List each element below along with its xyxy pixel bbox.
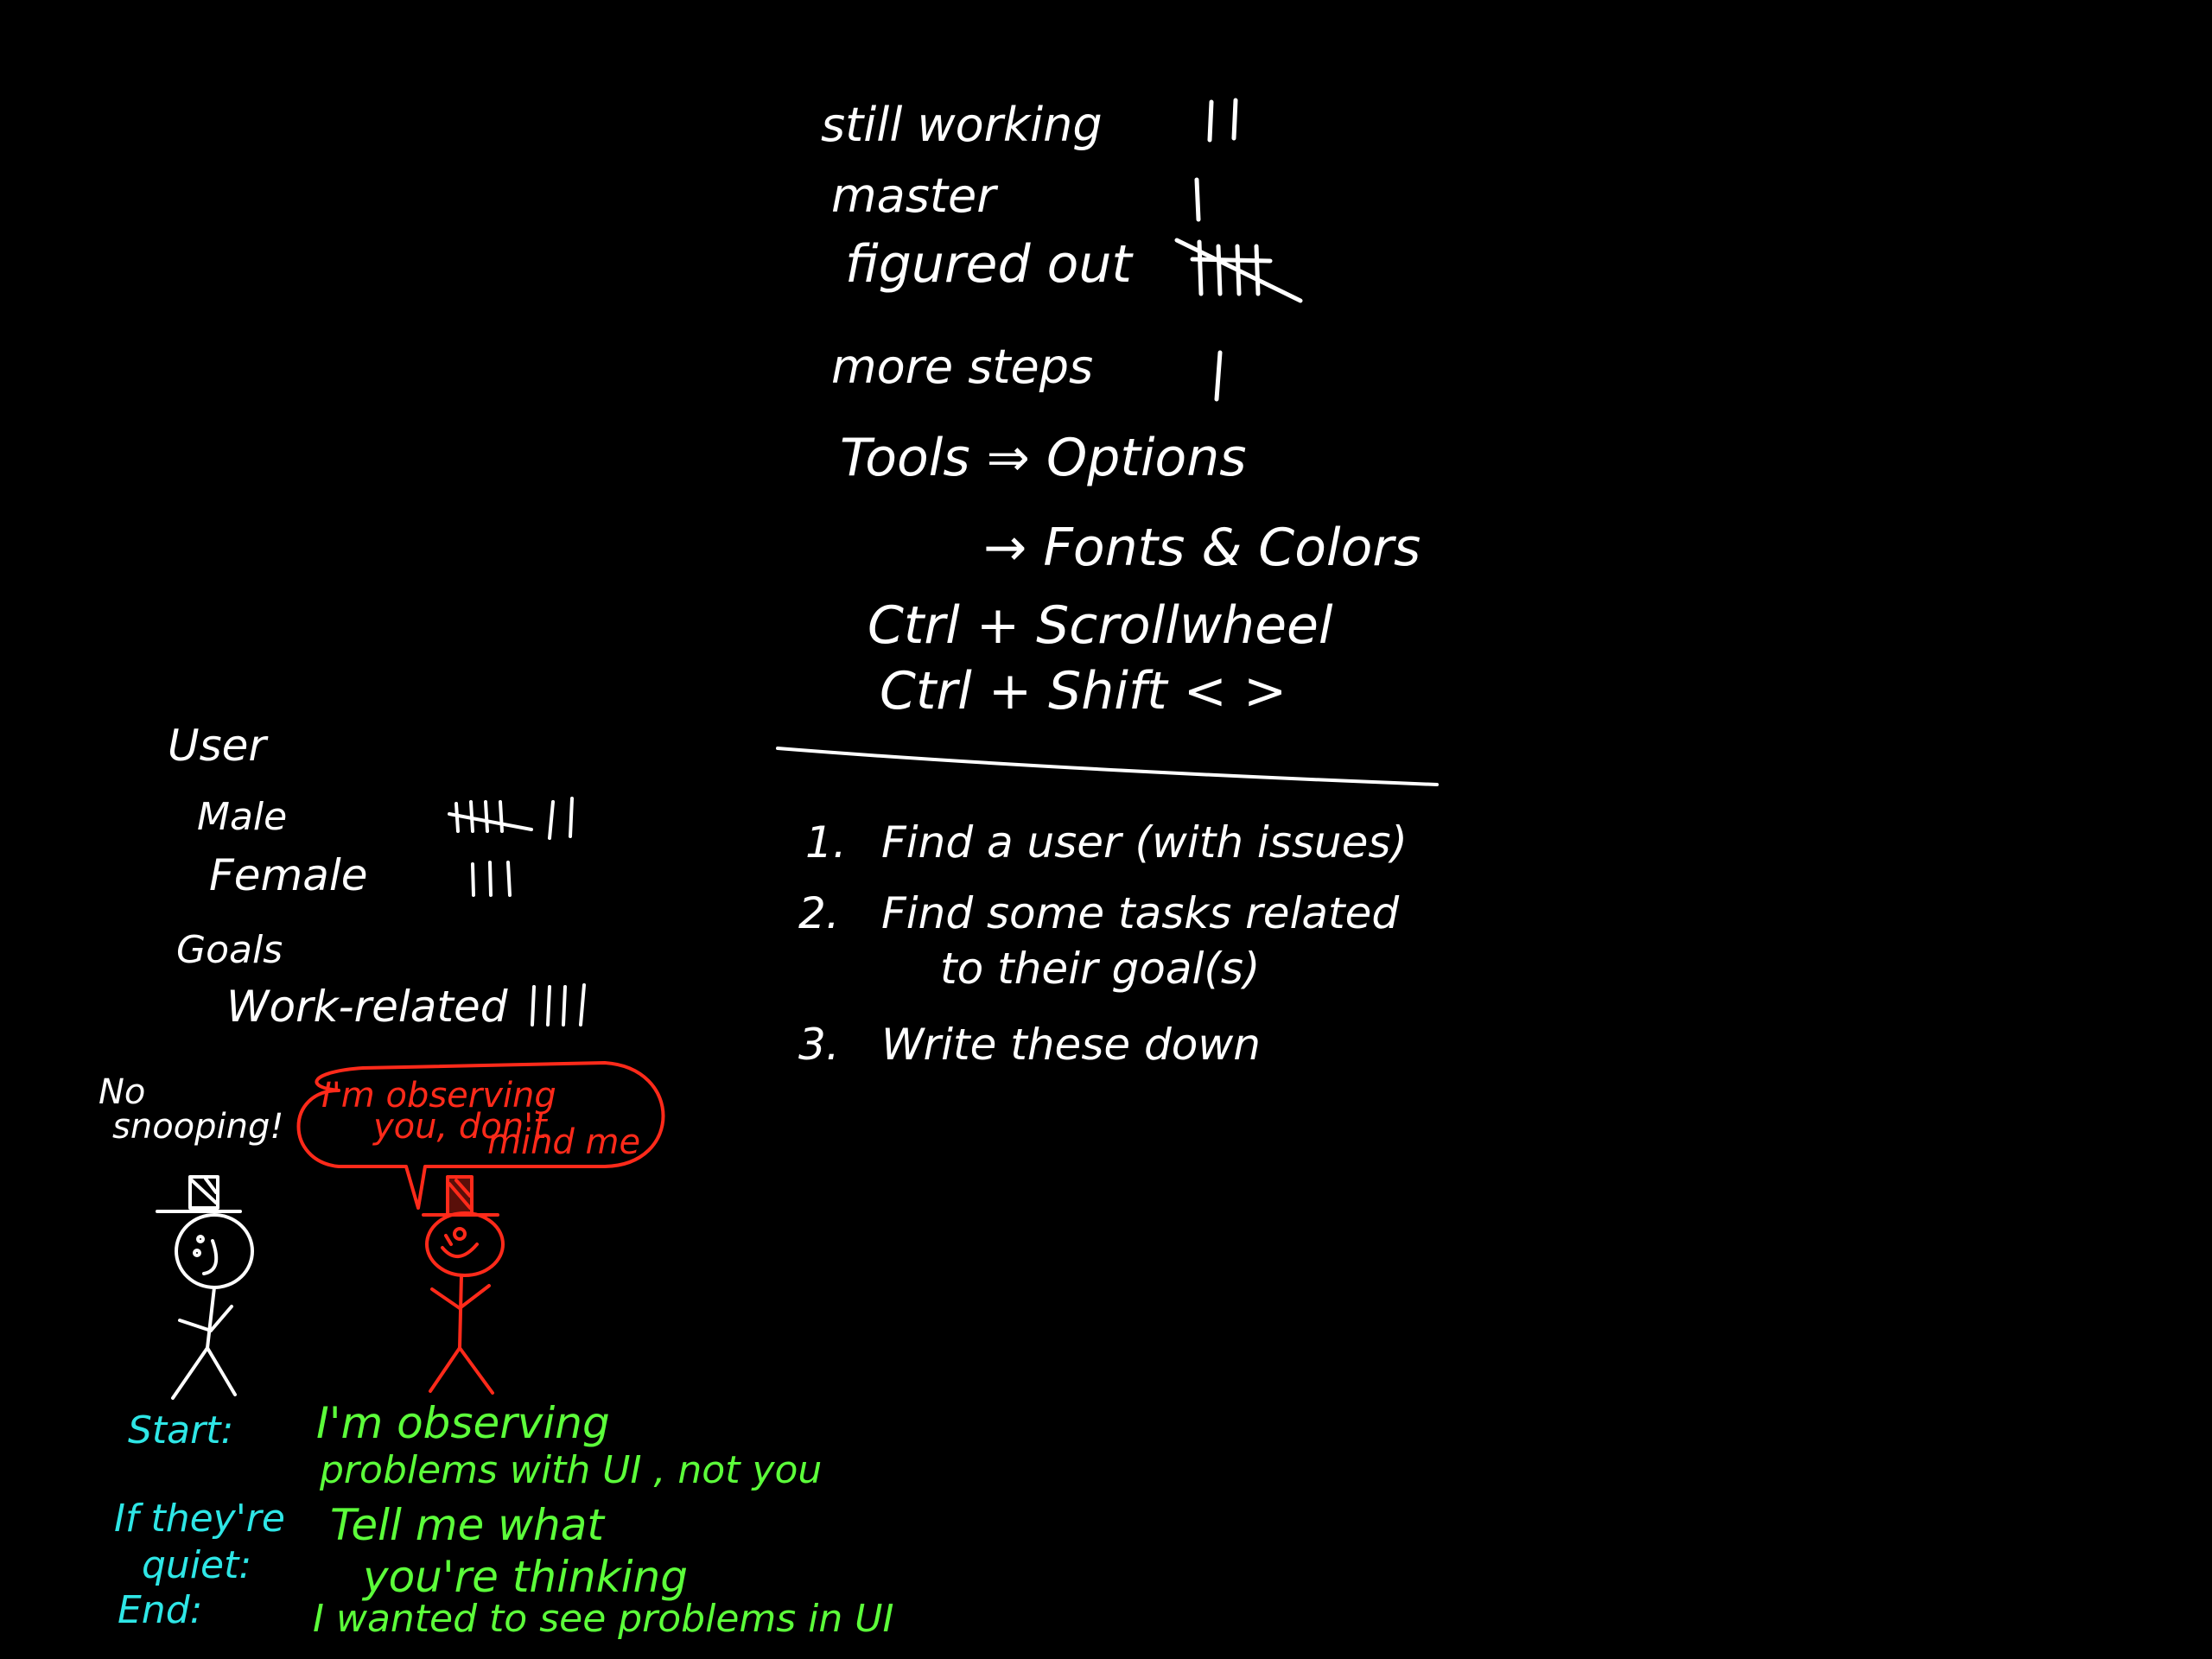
label-figured-out: figured out [845,234,1132,295]
red-stick-figure [422,1175,505,1395]
tally-still-working [1207,98,1238,143]
quiet-text-line-2: you're thinking [363,1552,688,1602]
goals-heading: Goals [176,928,283,972]
tally-more-steps [1214,350,1223,402]
label-master: master [831,168,996,223]
white-speech-line-2: snooping! [112,1107,284,1147]
step-3-text: Write these down [881,1020,1261,1070]
step-2-text: Find some tasks related [881,888,1400,938]
quiet-text-line-1: Tell me what [330,1500,604,1550]
end-text: I wanted to see problems in UI [313,1597,894,1641]
start-label: Start: [128,1408,234,1452]
tally-figured-out [1174,238,1303,303]
user-heading: User [168,721,266,771]
whiteboard-canvas: still working master figured out more st… [0,0,2212,1659]
label-still-working: still working [821,98,1103,152]
label-female: Female [209,850,368,900]
tip-ctrl-shift: Ctrl + Shift < > [880,661,1287,721]
label-more-steps: more steps [831,340,1094,394]
label-male: Male [197,795,288,839]
tally-male [448,797,574,840]
tally-master [1194,177,1201,222]
start-text-line-1: I'm observing [316,1398,610,1448]
quiet-label-line-2: quiet: [142,1543,252,1587]
white-speech-line-1: No [99,1072,146,1112]
tip-ctrl-scrollwheel: Ctrl + Scrollwheel [868,595,1333,656]
red-bubble-line-3: mind me [487,1122,641,1162]
step-2-text-cont: to their goal(s) [940,944,1261,994]
tally-work-related [531,983,586,1027]
label-work-related: Work-related [226,982,508,1032]
divider-line [776,747,1439,786]
end-label: End: [118,1588,203,1632]
step-2-number: 2. [798,888,840,938]
step-3-number: 3. [798,1020,840,1070]
tip-tools-options: Tools ⇒ Options [840,428,1247,488]
start-text-line-2: problems with UI , not you [320,1448,823,1492]
quiet-label-line-1: If they're [114,1497,285,1541]
step-1-number: 1. [805,817,847,868]
step-1-text: Find a user (with issues) [881,817,1408,868]
tip-fonts-colors: → Fonts & Colors [983,518,1421,578]
white-stick-figure [156,1175,254,1400]
tally-female [471,861,512,897]
